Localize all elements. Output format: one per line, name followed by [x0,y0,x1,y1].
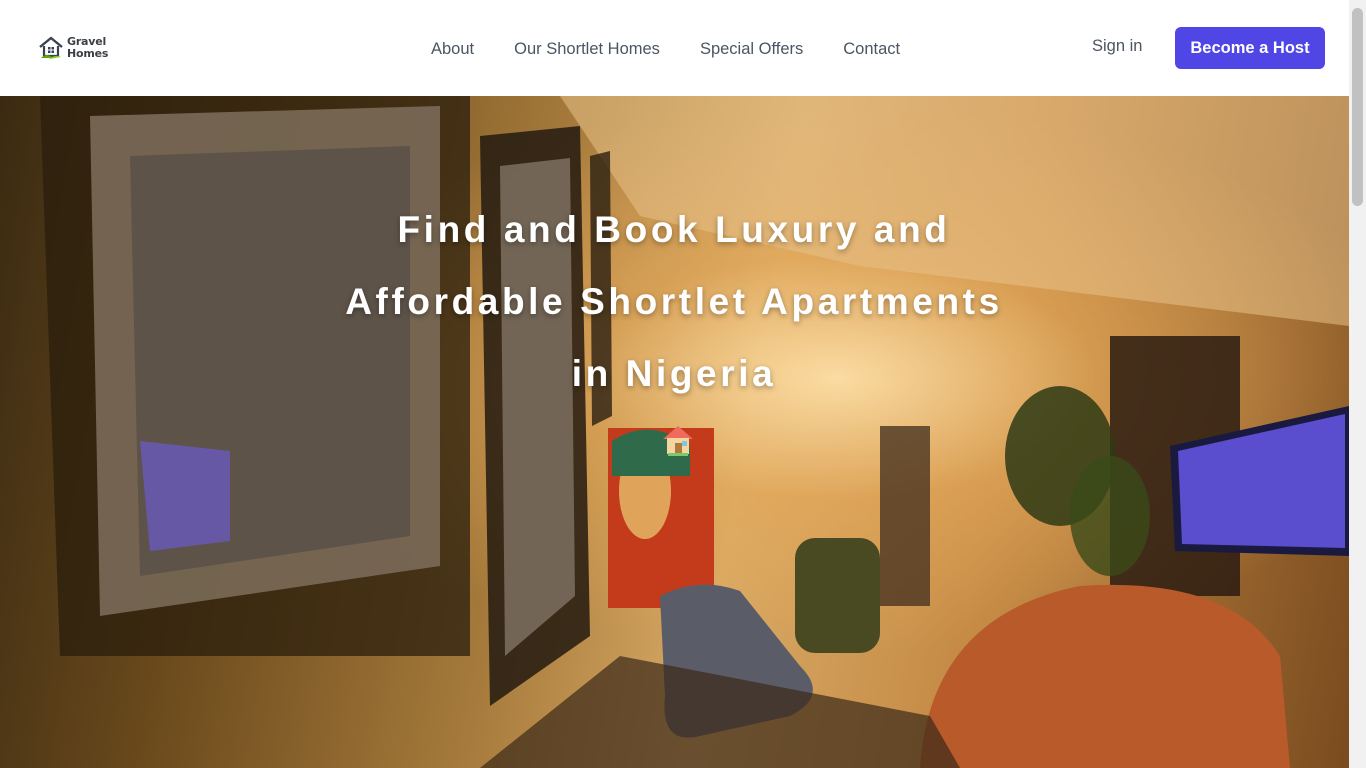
become-a-host-button[interactable]: Become a Host [1175,27,1325,69]
nav-our-shortlet-homes[interactable]: Our Shortlet Homes [514,40,660,59]
site-header: Gravel Homes About Our Shortlet Homes Sp… [0,0,1349,96]
main-nav: About Our Shortlet Homes Special Offers … [431,37,940,61]
hero-title-line-3-text: in Nigeria [571,353,777,394]
logo[interactable]: Gravel Homes [37,32,113,64]
logo-line-2: Homes [67,47,109,60]
nav-contact[interactable]: Contact [843,40,900,59]
page-scrollbar[interactable] [1349,0,1366,768]
hero-section: Find and Book Luxury and Affordable Shor… [0,96,1349,768]
scrollbar-thumb[interactable] [1352,8,1363,206]
nav-special-offers[interactable]: Special Offers [700,40,803,59]
house-logo-icon [39,36,63,59]
hero-title-line-1: Find and Book Luxury and [397,209,951,250]
hero-title: Find and Book Luxury and Affordable Shor… [274,194,1074,482]
hero-title-line-2: Affordable Shortlet Apartments [345,281,1003,322]
hero-title-line-3: in Nigeria [274,338,1074,482]
sign-in-link[interactable]: Sign in [1092,37,1142,56]
nav-about[interactable]: About [431,40,474,59]
logo-text: Gravel Homes [67,36,108,60]
house-emoji-icon [282,410,1074,482]
